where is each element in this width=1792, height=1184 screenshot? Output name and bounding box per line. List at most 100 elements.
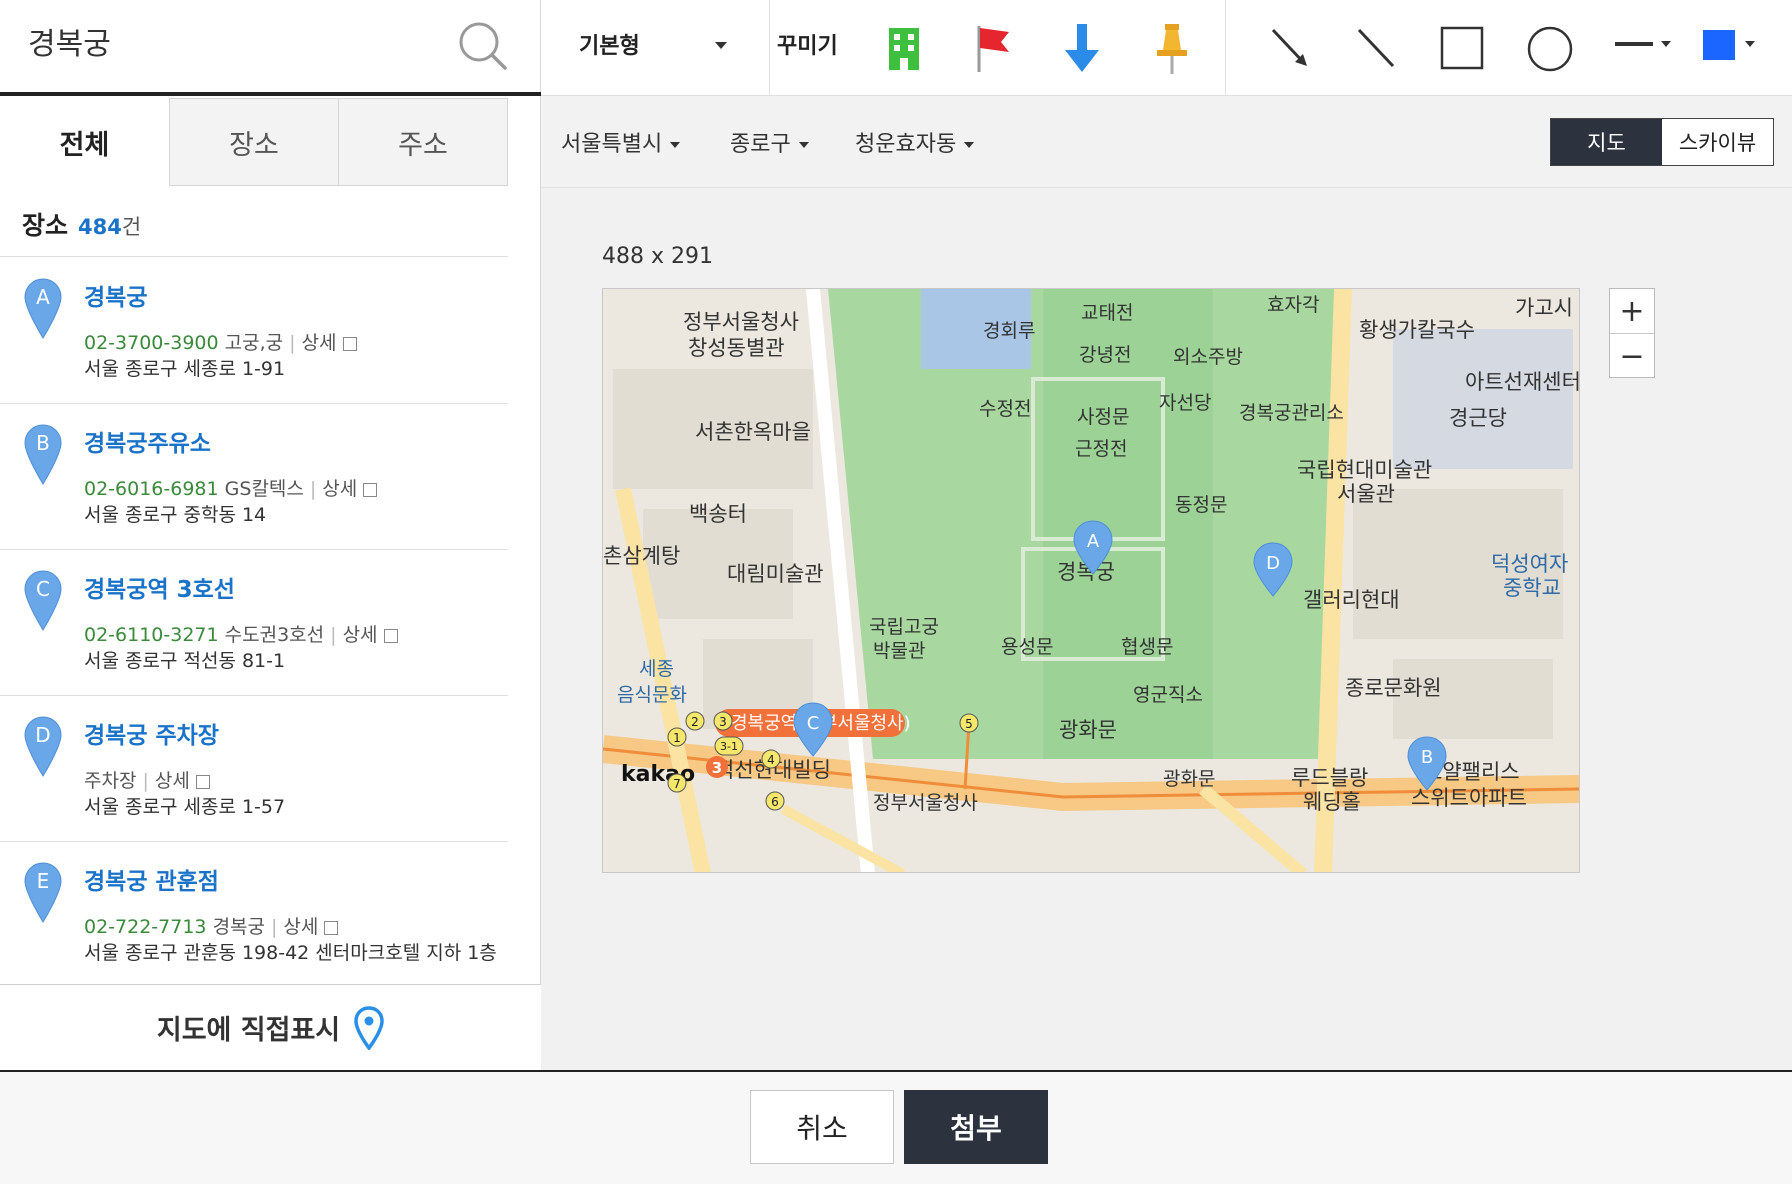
svg-text:5: 5 xyxy=(965,717,973,731)
svg-text:7: 7 xyxy=(673,777,681,791)
place-detail-link[interactable]: 상세 xyxy=(155,770,190,792)
map-label: 가고시 xyxy=(1515,296,1573,320)
cancel-button[interactable]: 취소 xyxy=(750,1090,894,1164)
place-address: 서울 종로구 관훈동 198-42 센터마크호텔 지하 1층 xyxy=(84,942,497,964)
external-link-icon[interactable] xyxy=(195,774,210,789)
chevron-down-icon xyxy=(964,142,975,148)
region-select-dong[interactable]: 청운효자동 xyxy=(855,126,975,158)
map-label: 정부서울청사 xyxy=(873,792,978,814)
external-link-icon[interactable] xyxy=(383,628,398,643)
place-detail-link[interactable]: 상세 xyxy=(343,624,378,646)
place-name[interactable]: 경복궁 관훈점 xyxy=(84,862,219,896)
place-detail-link[interactable]: 상세 xyxy=(302,332,337,354)
tab-address[interactable]: 주소 xyxy=(338,98,508,186)
line-style-icon[interactable] xyxy=(1609,20,1679,76)
svg-text:E: E xyxy=(37,869,50,893)
marker-b-icon: B xyxy=(24,424,62,485)
svg-text:6: 6 xyxy=(771,795,779,809)
region-bar: 서울특별시 종로구 청운효자동 지도 스카이뷰 xyxy=(541,96,1792,188)
line-icon[interactable] xyxy=(1349,20,1403,76)
zoom-out-button[interactable]: − xyxy=(1610,334,1654,378)
divider xyxy=(769,0,770,96)
result-count: 장소 484건 xyxy=(22,206,141,242)
place-info: 02-6110-3271 수도권3호선 | 상세 xyxy=(84,620,398,647)
search-icon[interactable] xyxy=(455,18,511,74)
list-item[interactable]: C 경복궁역 3호선 02-6110-3271 수도권3호선 | 상세 서울 종로구… xyxy=(0,550,508,696)
search-panel: 전체 장소 주소 장소 484건 A 경복궁 02-3700-3900 고궁,궁|… xyxy=(0,0,541,1070)
map-label: 웨딩홀 xyxy=(1303,790,1361,814)
color-icon[interactable] xyxy=(1697,20,1767,76)
region-select-city[interactable]: 서울특별시 xyxy=(561,126,681,158)
place-category: 수도권3호선 xyxy=(224,624,325,646)
result-count-unit: 건 xyxy=(121,215,142,239)
place-name[interactable]: 경복궁역 3호선 xyxy=(84,570,235,604)
location-pin-icon xyxy=(354,1005,384,1050)
blue-arrow-icon[interactable] xyxy=(1055,20,1109,76)
map-label: 광화문 xyxy=(1059,718,1117,742)
external-link-icon[interactable] xyxy=(342,336,357,351)
direct-mark-label: 지도에 직접표시 xyxy=(156,1015,341,1046)
map-label: 용성문 xyxy=(1001,636,1053,658)
rectangle-icon[interactable] xyxy=(1435,20,1489,76)
region-select-district[interactable]: 종로구 xyxy=(730,126,809,158)
list-item[interactable]: E 경복궁 관훈점 02-722-7713 경복궁 | 상세 서울 종로구 관훈동 … xyxy=(0,842,508,984)
tab-place[interactable]: 장소 xyxy=(169,98,339,186)
place-name[interactable]: 경복궁주유소 xyxy=(84,424,211,458)
svg-text:C: C xyxy=(807,713,820,734)
place-address: 서울 종로구 세종로 1-91 xyxy=(84,358,286,380)
marker-c-icon: C xyxy=(24,570,62,631)
map-label: 자선당 xyxy=(1159,392,1211,414)
list-item[interactable]: D 경복궁 주차장 주차장 | 상세 서울 종로구 세종로 1-57 xyxy=(0,696,508,842)
place-name[interactable]: 경복궁 주차장 xyxy=(84,716,219,750)
chevron-down-icon xyxy=(670,142,681,148)
map-label: 중학교 xyxy=(1503,576,1561,600)
result-tabs: 전체 장소 주소 xyxy=(0,98,508,186)
map-label: 갤러리현대 xyxy=(1303,588,1400,612)
map-style-select[interactable]: 기본형 xyxy=(579,28,640,60)
chevron-down-icon[interactable] xyxy=(715,42,727,49)
svg-text:D: D xyxy=(35,723,50,747)
place-detail-link[interactable]: 상세 xyxy=(322,478,357,500)
pushpin-icon[interactable] xyxy=(1145,20,1199,76)
svg-text:A: A xyxy=(36,285,50,309)
direct-mark-button[interactable]: 지도에 직접표시 xyxy=(0,984,541,1070)
circle-icon[interactable] xyxy=(1523,20,1577,76)
svg-text:3: 3 xyxy=(719,715,727,729)
search-input[interactable] xyxy=(28,14,448,68)
svg-text:2: 2 xyxy=(691,715,699,729)
red-flag-icon[interactable] xyxy=(965,20,1019,76)
region-district-label: 종로구 xyxy=(730,132,791,157)
map-label: 세종 xyxy=(639,658,674,680)
building-icon[interactable] xyxy=(877,20,931,76)
external-link-icon[interactable] xyxy=(363,482,378,497)
map-label: 아트선재센터 xyxy=(1465,370,1580,394)
place-tel: 02-3700-3900 xyxy=(84,332,219,354)
place-detail-link[interactable]: 상세 xyxy=(283,916,318,938)
map-label: 창성동별관 xyxy=(688,336,785,360)
map-label: 대림미술관 xyxy=(727,562,824,586)
arrow-line-icon[interactable] xyxy=(1263,20,1317,76)
map-label: 서울관 xyxy=(1337,482,1395,506)
svg-text:A: A xyxy=(1087,531,1100,552)
list-item[interactable]: B 경복궁주유소 02-6016-6981 GS칼텍스 | 상세 서울 종로구 중학… xyxy=(0,404,508,550)
external-link-icon[interactable] xyxy=(324,920,339,935)
map-type-skyview[interactable]: 스카이뷰 xyxy=(1662,119,1773,165)
map-type-map[interactable]: 지도 xyxy=(1551,119,1662,165)
place-tel: 02-6016-6981 xyxy=(84,478,219,500)
zoom-in-button[interactable]: + xyxy=(1610,289,1654,333)
decorate-label: 꾸미기 xyxy=(777,34,838,59)
attach-button[interactable]: 첨부 xyxy=(904,1090,1048,1164)
svg-text:4: 4 xyxy=(767,753,775,767)
map-canvas[interactable]: 정부서울청사 창성동별관 경회루 교태전 효자각 황생가칼국수 가고시 강녕전 … xyxy=(602,288,1580,873)
tab-all[interactable]: 전체 xyxy=(0,98,170,186)
place-name[interactable]: 경복궁 xyxy=(84,278,147,312)
drawing-toolbar: 기본형 꾸미기 xyxy=(541,0,1792,96)
place-tel: 02-6110-3271 xyxy=(84,624,219,646)
svg-text:3: 3 xyxy=(712,759,722,777)
search-bar xyxy=(0,0,541,96)
marker-a-icon: A xyxy=(24,278,62,339)
map-attach-dialog: 전체 장소 주소 장소 484건 A 경복궁 02-3700-3900 고궁,궁|… xyxy=(0,0,1792,1184)
zoom-control: + − xyxy=(1609,288,1655,378)
list-item[interactable]: A 경복궁 02-3700-3900 고궁,궁 | 상세 서울 종로구 세종로 1-… xyxy=(0,258,508,404)
marker-e-icon: E xyxy=(24,862,62,923)
